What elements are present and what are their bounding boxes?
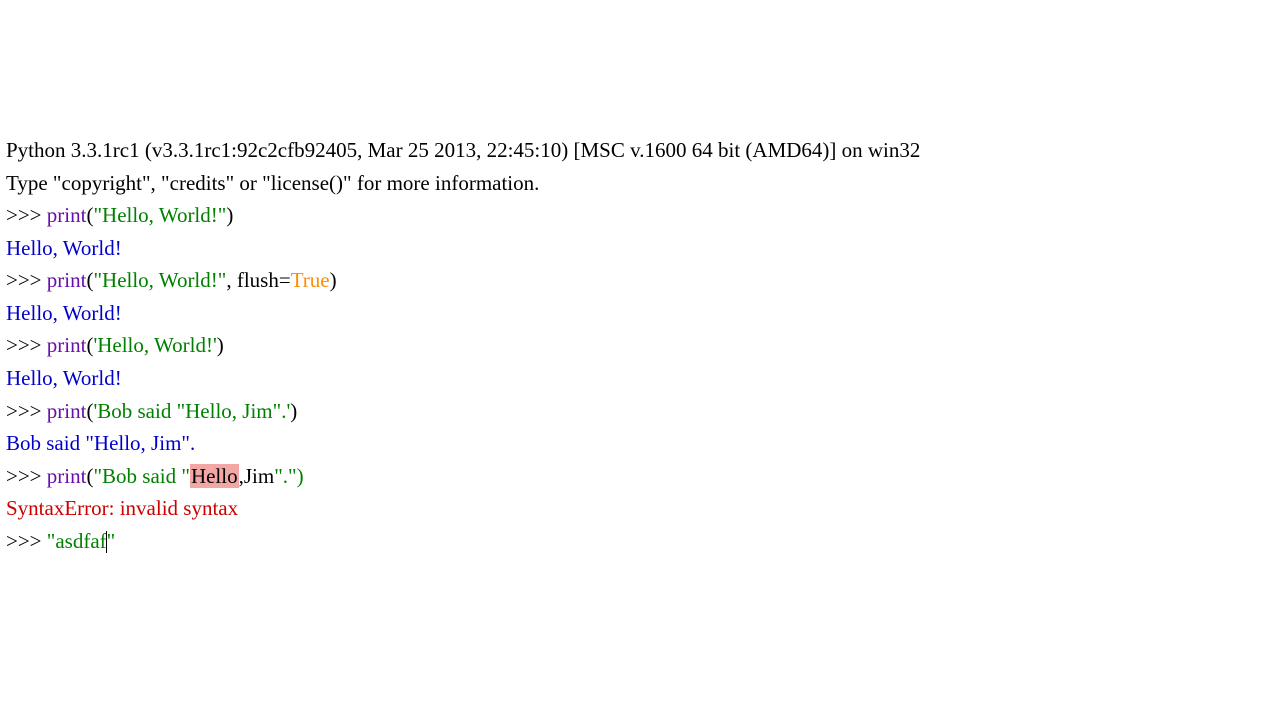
- func-name: print: [47, 464, 87, 488]
- string-literal: "Hello, World!": [93, 203, 226, 227]
- string-literal: "Hello, World!": [93, 268, 226, 292]
- prompt: >>>: [6, 529, 47, 553]
- prompt: >>>: [6, 203, 47, 227]
- prompt: >>>: [6, 399, 47, 423]
- stdout: Hello, World!: [6, 236, 122, 260]
- python-banner-line2: Type "copyright", "credits" or "license(…: [6, 171, 539, 195]
- repl-line-1: >>> print("Hello, World!"): [6, 203, 233, 227]
- func-name: print: [47, 203, 87, 227]
- func-name: print: [47, 333, 87, 357]
- prompt: >>>: [6, 333, 47, 357]
- python-banner-line1: Python 3.3.1rc1 (v3.3.1rc1:92c2cfb92405,…: [6, 138, 920, 162]
- func-name: print: [47, 268, 87, 292]
- repl-current-line[interactable]: >>> "asdfaf": [6, 529, 115, 553]
- prompt: >>>: [6, 464, 47, 488]
- repl-line-3: >>> print('Hello, World!'): [6, 333, 224, 357]
- string-literal: "Bob said ": [93, 464, 189, 488]
- repl-line-5: >>> print("Bob said "Hello,Jim"."): [6, 464, 304, 488]
- func-name: print: [47, 399, 87, 423]
- string-literal: "asdfaf: [47, 529, 107, 553]
- string-literal: 'Hello, World!': [93, 333, 216, 357]
- prompt: >>>: [6, 268, 47, 292]
- error-message: SyntaxError: invalid syntax: [6, 496, 238, 520]
- stdout: Bob said "Hello, Jim".: [6, 431, 195, 455]
- stdout: Hello, World!: [6, 366, 122, 390]
- kwarg-name: flush=: [237, 268, 291, 292]
- stdout: Hello, World!: [6, 301, 122, 325]
- bool-literal: True: [291, 268, 330, 292]
- repl-line-4: >>> print('Bob said "Hello, Jim".'): [6, 399, 297, 423]
- repl-line-2: >>> print("Hello, World!", flush=True): [6, 268, 337, 292]
- string-literal: 'Bob said "Hello, Jim".': [93, 399, 290, 423]
- syntax-highlight: Hello: [190, 464, 239, 488]
